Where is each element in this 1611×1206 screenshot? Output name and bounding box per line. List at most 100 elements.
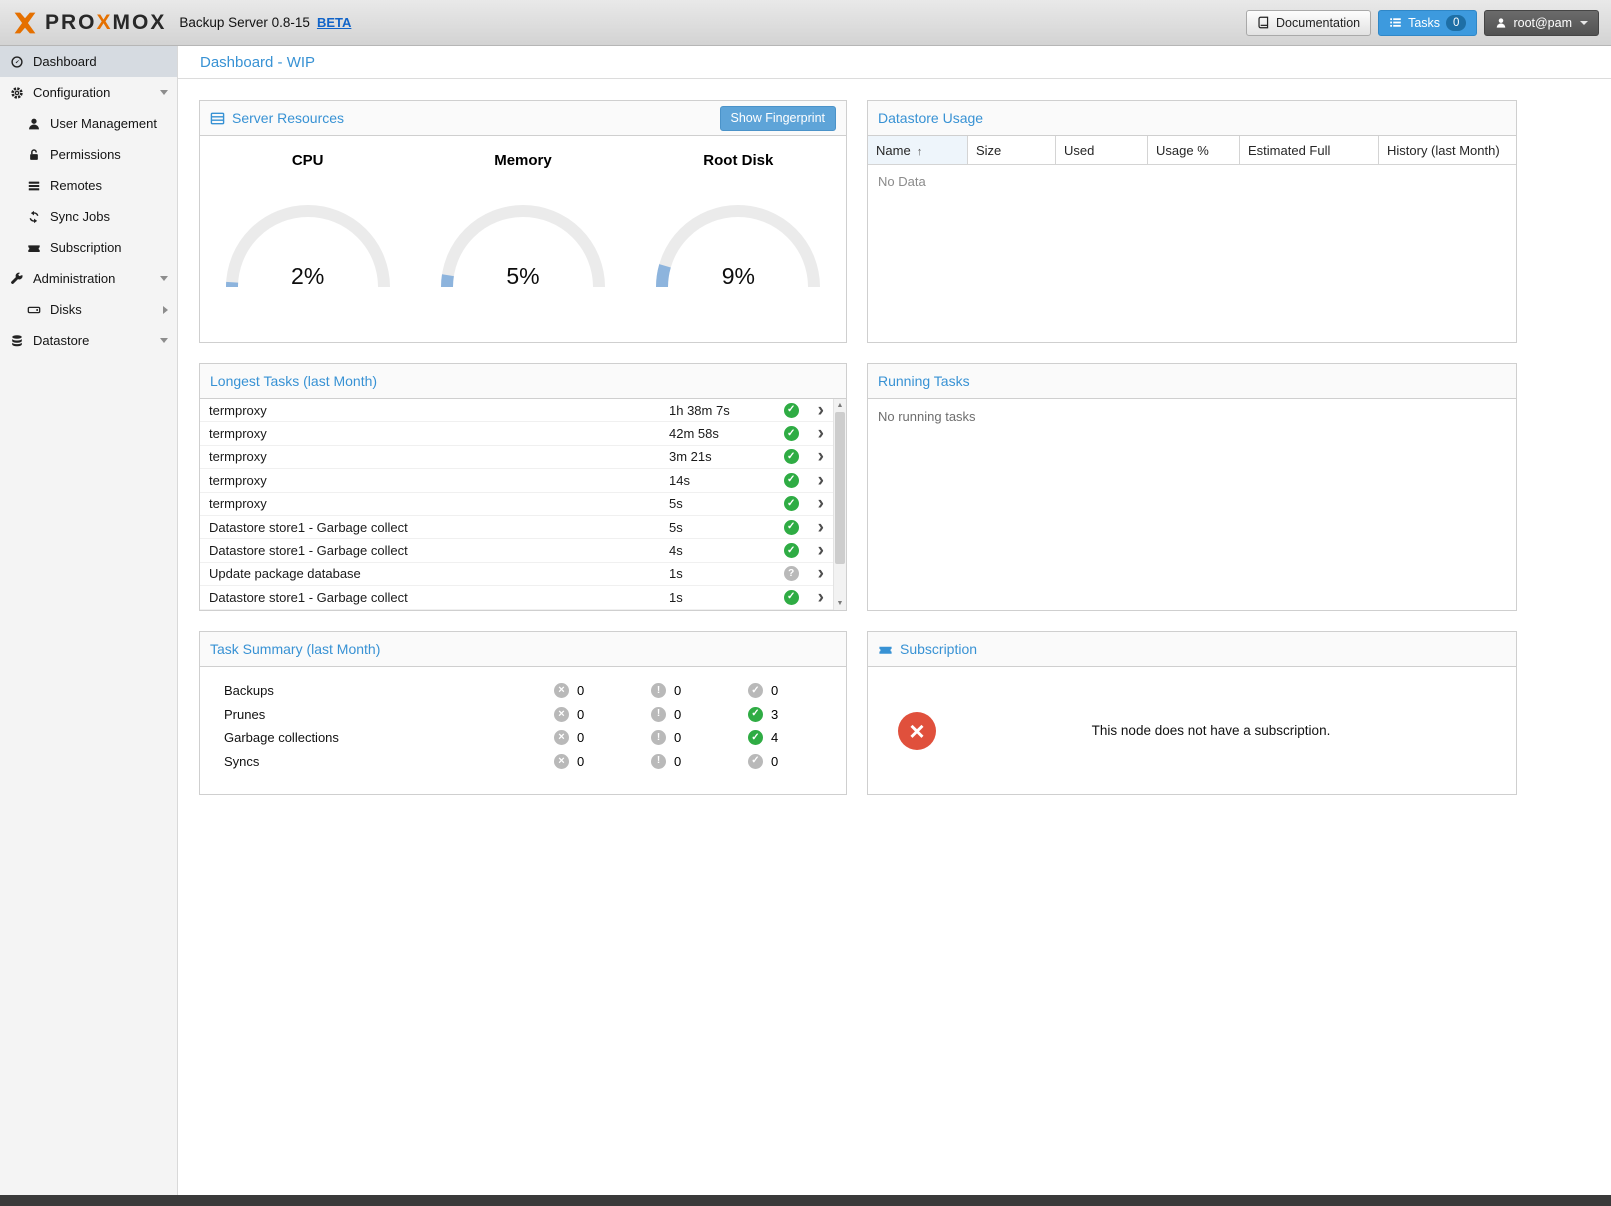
wrench-icon — [10, 272, 24, 286]
task-list-icon — [1389, 16, 1402, 29]
ok-count-cell: 0 — [748, 754, 845, 769]
task-row[interactable]: termproxy 3m 21s — [200, 446, 833, 469]
task-row[interactable]: Datastore store1 - Garbage collect 1s — [200, 586, 833, 609]
brand-text: PROXMOX — [45, 11, 166, 35]
chevron-right-icon[interactable] — [818, 449, 824, 464]
task-status-icon — [784, 566, 799, 581]
product-version: Backup Server 0.8-15 — [179, 15, 310, 30]
warning-count-cell: 0 — [651, 730, 748, 745]
scrollbar[interactable] — [833, 399, 846, 610]
column-header-used[interactable]: Used — [1056, 136, 1148, 164]
count: 0 — [577, 707, 584, 722]
panel-title: Task Summary (last Month) — [210, 641, 380, 657]
column-header-name[interactable]: Name — [868, 136, 968, 164]
task-summary-header: Task Summary (last Month) — [200, 632, 846, 667]
sidebar-item-user-management[interactable]: User Management — [0, 108, 177, 139]
task-status-icon — [784, 590, 799, 605]
task-duration: 42m 58s — [669, 426, 784, 441]
sidebar-item-sync-jobs[interactable]: Sync Jobs — [0, 201, 177, 232]
sidebar-item-administration[interactable]: Administration — [0, 263, 177, 294]
sidebar-item-remotes[interactable]: Remotes — [0, 170, 177, 201]
sidebar-item-disks[interactable]: Disks — [0, 294, 177, 325]
task-status-icon — [784, 403, 799, 418]
chevron-right-icon[interactable] — [818, 496, 824, 511]
chevron-right-icon[interactable] — [818, 426, 824, 441]
subscription-message: This node does not have a subscription. — [936, 723, 1486, 738]
no-running-tasks-text: No running tasks — [878, 409, 976, 424]
summary-row: Backups 0 0 0 — [200, 679, 846, 703]
show-fingerprint-button[interactable]: Show Fingerprint — [720, 106, 837, 131]
task-row[interactable]: Update package database 1s — [200, 563, 833, 586]
chevron-right-icon[interactable] — [818, 590, 824, 605]
column-header-size[interactable]: Size — [968, 136, 1056, 164]
error-count-cell: 0 — [554, 730, 651, 745]
proxmox-x-icon — [12, 10, 38, 36]
task-summary-body: Backups 0 0 0 Prunes 0 0 3 Garbage colle… — [200, 667, 846, 794]
subscription-panel: Subscription This node does not have a s… — [867, 631, 1517, 795]
caret-down-icon — [1580, 21, 1588, 25]
task-row[interactable]: termproxy 1h 38m 7s — [200, 399, 833, 422]
user-menu-label: root@pam — [1513, 16, 1572, 30]
running-tasks-header: Running Tasks — [868, 364, 1516, 399]
ok-icon — [748, 754, 763, 769]
warning-icon — [651, 683, 666, 698]
gauge-label: Root Disk — [647, 152, 829, 169]
longest-tasks-panel: Longest Tasks (last Month) termproxy 1h … — [199, 363, 847, 611]
column-label: Estimated Full — [1248, 143, 1330, 158]
main-content: Dashboard - WIP Server Resources Show Fi… — [178, 46, 1611, 1195]
task-row[interactable]: termproxy 5s — [200, 493, 833, 516]
panel-title: Subscription — [900, 641, 977, 657]
documentation-button[interactable]: Documentation — [1246, 10, 1371, 36]
memory-gauge: Memory 5% — [432, 152, 614, 291]
sidebar-item-label: Sync Jobs — [50, 209, 110, 224]
collapse-arrow-icon[interactable] — [160, 90, 168, 95]
sidebar-item-dashboard[interactable]: Dashboard — [0, 46, 177, 77]
column-header-usage-percent[interactable]: Usage % — [1148, 136, 1240, 164]
column-header-history[interactable]: History (last Month) — [1379, 136, 1516, 164]
user-menu-button[interactable]: root@pam — [1484, 10, 1599, 36]
longest-tasks-header: Longest Tasks (last Month) — [200, 364, 846, 399]
datastore-usage-column-headers: Name Size Used Usage % Estimated Full Hi… — [868, 136, 1516, 165]
column-header-estimated-full[interactable]: Estimated Full — [1240, 136, 1379, 164]
collapse-arrow-icon[interactable] — [160, 338, 168, 343]
task-status-icon — [784, 449, 799, 464]
expand-arrow-icon[interactable] — [163, 306, 168, 314]
chevron-right-icon[interactable] — [818, 473, 824, 488]
task-row[interactable]: Datastore store1 - Garbage collect 4s — [200, 539, 833, 562]
task-duration: 4s — [669, 543, 784, 558]
summary-row: Prunes 0 0 3 — [200, 703, 846, 727]
task-name: termproxy — [209, 496, 669, 511]
task-row[interactable]: termproxy 14s — [200, 469, 833, 492]
count: 3 — [771, 707, 778, 722]
sidebar-item-datastore[interactable]: Datastore — [0, 325, 177, 356]
scrollbar-thumb[interactable] — [835, 412, 845, 564]
tasks-button[interactable]: Tasks 0 — [1378, 10, 1477, 36]
root-disk-gauge: Root Disk 9% — [647, 152, 829, 291]
documentation-label: Documentation — [1276, 16, 1360, 30]
gauge-value: 5% — [432, 263, 614, 290]
chevron-right-icon[interactable] — [818, 520, 824, 535]
gauge-label: Memory — [432, 152, 614, 169]
chevron-right-icon[interactable] — [818, 566, 824, 581]
datastore-usage-header: Datastore Usage — [868, 101, 1516, 136]
scroll-up-icon[interactable] — [834, 399, 846, 412]
chevron-right-icon[interactable] — [818, 543, 824, 558]
task-row[interactable]: Datastore store1 - Garbage collect 5s — [200, 516, 833, 539]
task-row[interactable]: termproxy 42m 58s — [200, 422, 833, 445]
beta-link[interactable]: BETA — [317, 15, 351, 30]
sidebar-item-configuration[interactable]: Configuration — [0, 77, 177, 108]
count: 0 — [771, 754, 778, 769]
column-label: History (last Month) — [1387, 143, 1500, 158]
warning-count-cell: 0 — [651, 754, 748, 769]
page-title: Dashboard - WIP — [200, 54, 315, 71]
unlock-icon — [27, 148, 41, 162]
scroll-down-icon[interactable] — [834, 597, 846, 610]
warning-icon — [651, 707, 666, 722]
sidebar-item-permissions[interactable]: Permissions — [0, 139, 177, 170]
chevron-right-icon[interactable] — [818, 403, 824, 418]
error-count-cell: 0 — [554, 683, 651, 698]
sidebar-item-label: Permissions — [50, 147, 121, 162]
collapse-arrow-icon[interactable] — [160, 276, 168, 281]
sidebar-item-subscription[interactable]: Subscription — [0, 232, 177, 263]
warning-icon — [651, 754, 666, 769]
